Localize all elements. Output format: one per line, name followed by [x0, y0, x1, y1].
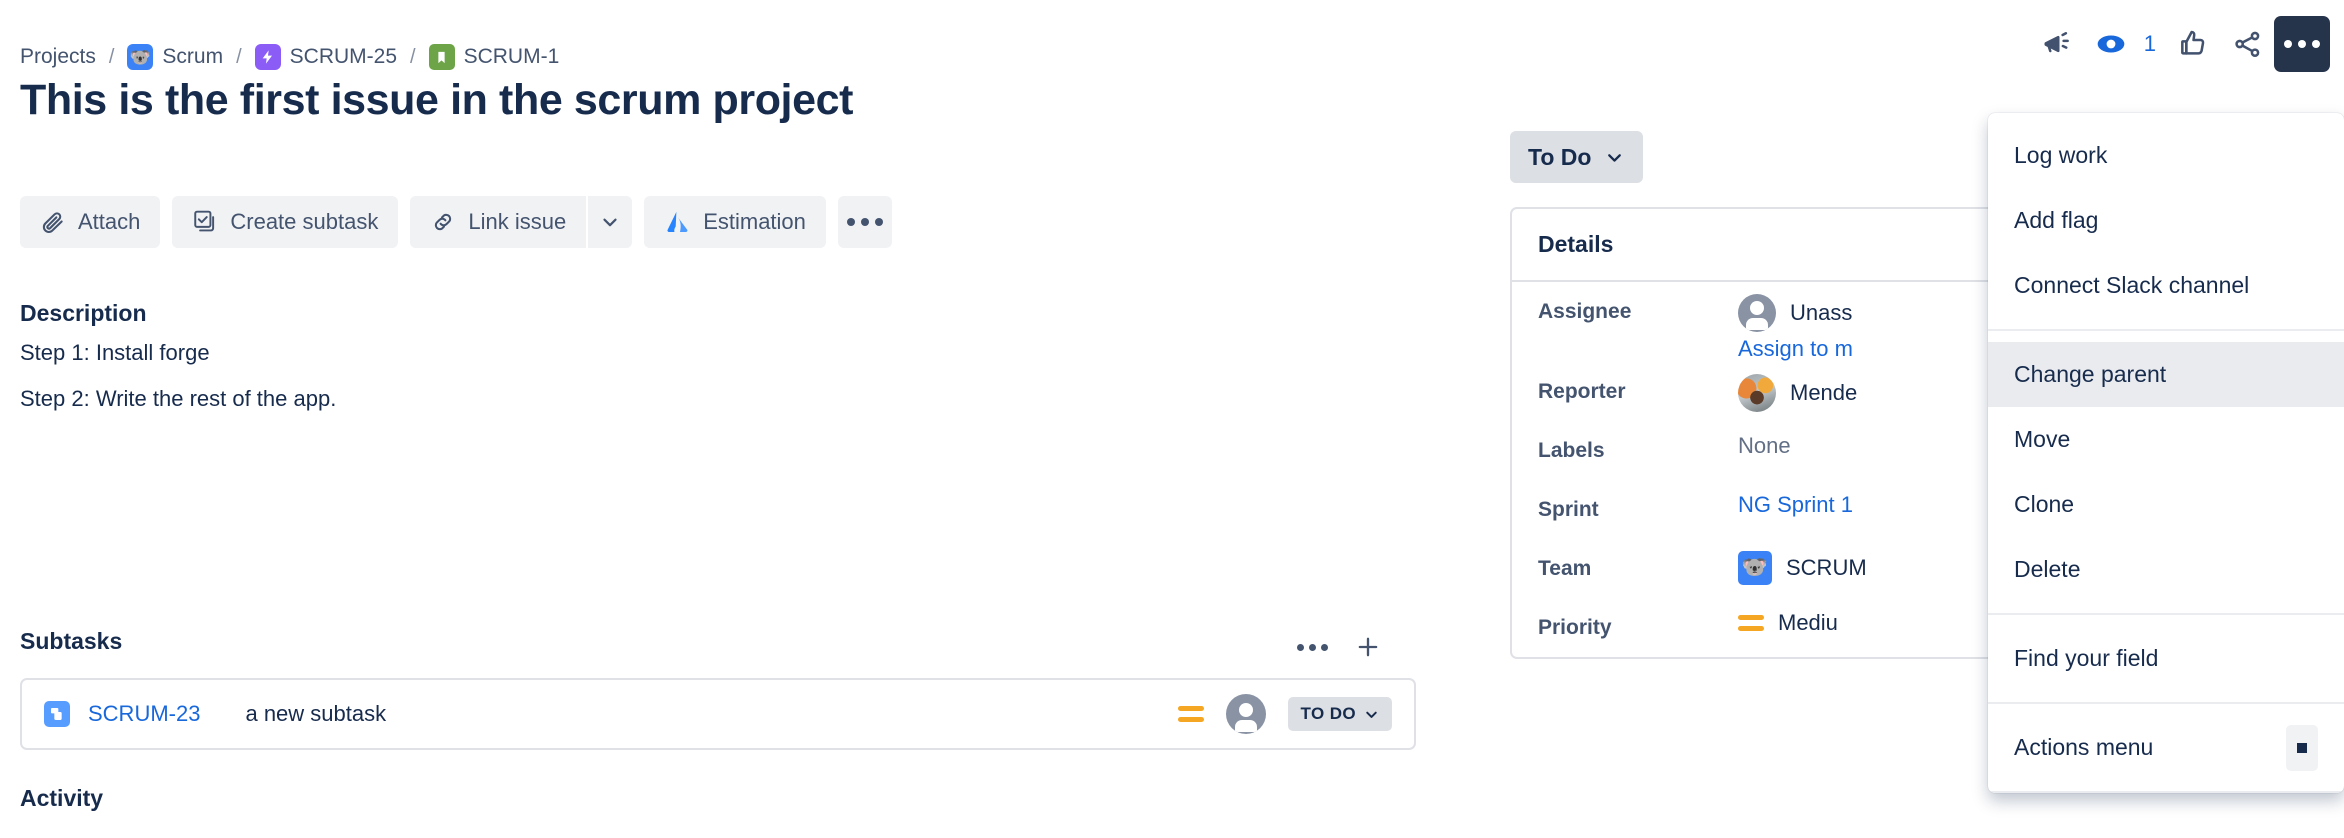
breadcrumb-link-epic[interactable]: SCRUM-25 — [290, 45, 397, 69]
subtask-summary: a new subtask — [245, 701, 387, 726]
menu-item-label: Change parent — [2014, 361, 2167, 387]
menu-item-move[interactable]: Move — [1988, 407, 2344, 472]
estimation-button[interactable]: Estimation — [644, 196, 826, 248]
breadcrumb-link-scrum[interactable]: Scrum — [162, 45, 223, 69]
assignee-name: Unass — [1790, 300, 1853, 325]
priority-medium-icon — [1738, 615, 1764, 631]
watch-count: 1 — [2143, 31, 2156, 56]
description-line-2: Step 2: Write the rest of the app. — [20, 386, 337, 411]
field-label-team: Team — [1538, 557, 1592, 580]
eye-icon-button[interactable] — [2084, 17, 2138, 71]
epic-icon — [254, 44, 281, 70]
breadcrumb-link-projects[interactable]: Projects — [20, 45, 96, 69]
thumbs-up-icon-button[interactable] — [2166, 17, 2220, 71]
link-issue-button[interactable]: Link issue — [410, 196, 587, 248]
menu-divider — [1988, 613, 2344, 615]
more-actions-icon — [1296, 643, 1328, 651]
subtask-key-link[interactable]: SCRUM-23 — [88, 701, 200, 727]
menu-item-find-your-field[interactable]: Find your field — [1988, 626, 2344, 691]
menu-divider — [1988, 702, 2344, 704]
share-icon-button[interactable] — [2220, 17, 2274, 71]
menu-item-actions-menu[interactable]: Actions menu — [1988, 715, 2344, 780]
menu-divider — [1988, 791, 2344, 793]
header-actions: 1 — [2030, 16, 2330, 72]
watchers-group[interactable]: 1 — [2084, 17, 2166, 71]
keyboard-shortcut-badge — [2286, 724, 2318, 771]
megaphone-icon-button[interactable] — [2030, 17, 2084, 71]
breadcrumb-link-story[interactable]: SCRUM-1 — [464, 45, 560, 69]
subtask-type-icon — [44, 701, 70, 727]
breadcrumb-separator: / — [108, 45, 115, 68]
estimation-label: Estimation — [703, 209, 806, 234]
create-subtask-label: Create subtask — [230, 209, 379, 234]
attach-button[interactable]: Attach — [20, 196, 161, 248]
issue-toolbar: Attach Create subtask Link issue Estimat… — [20, 196, 892, 248]
subtask-status-button[interactable]: TO DO — [1288, 697, 1392, 731]
breadcrumb-item-epic[interactable]: SCRUM-25 — [254, 44, 397, 70]
breadcrumb-separator: / — [236, 45, 242, 68]
menu-item-label: Clone — [2014, 491, 2075, 517]
subtasks-more-actions-button[interactable] — [1290, 625, 1334, 669]
menu-item-add-flag[interactable]: Add flag — [1988, 188, 2344, 253]
subtask-row-meta: TO DO — [1178, 694, 1392, 734]
menu-item-change-parent[interactable]: Change parent — [1988, 342, 2344, 407]
menu-item-connect-slack-channel[interactable]: Connect Slack channel — [1988, 253, 2344, 318]
menu-item-label: Add flag — [2014, 207, 2099, 233]
subtasks-heading: Subtasks — [20, 628, 123, 654]
menu-item-log-work[interactable]: Log work — [1988, 123, 2344, 188]
more-actions-icon — [2284, 40, 2320, 48]
menu-divider — [1988, 329, 2344, 331]
link-issue-label: Link issue — [468, 209, 567, 234]
team-name: SCRUM — [1786, 555, 1867, 580]
field-label-labels: Labels — [1538, 439, 1605, 462]
breadcrumb-item-story[interactable]: SCRUM-1 — [428, 44, 560, 70]
menu-item-label: Connect Slack channel — [2014, 272, 2250, 298]
menu-item-delete[interactable]: Delete — [1988, 537, 2344, 602]
reporter-name: Mende — [1790, 380, 1858, 405]
status-label: To Do — [1528, 143, 1592, 170]
koala-team-icon: 🐨 — [1738, 551, 1772, 585]
menu-item-label: Log work — [2014, 142, 2108, 168]
field-label-sprint: Sprint — [1538, 498, 1599, 521]
menu-item-label: Find your field — [2014, 645, 2159, 671]
add-subtask-button[interactable] — [1346, 625, 1390, 669]
menu-item-label: Actions menu — [2014, 734, 2154, 760]
status-dropdown-button[interactable]: To Do — [1510, 131, 1644, 183]
priority-value: Mediu — [1778, 610, 1838, 635]
reporter-avatar — [1738, 374, 1776, 412]
field-label-priority: Priority — [1538, 616, 1612, 639]
menu-item-label: Move — [2014, 426, 2071, 452]
field-label-reporter: Reporter — [1538, 380, 1626, 403]
subtasks-header-actions — [1290, 625, 1390, 669]
actions-dropdown-menu: Log work Add flag Connect Slack channel … — [1988, 113, 2344, 793]
description-heading: Description — [20, 300, 147, 326]
page-title: This is the first issue in the scrum pro… — [20, 76, 854, 124]
create-subtask-button[interactable]: Create subtask — [172, 196, 399, 248]
description-line-1: Step 1: Install forge — [20, 340, 210, 365]
subtask-status-label: TO DO — [1300, 704, 1356, 723]
attach-label: Attach — [78, 209, 141, 234]
priority-medium-icon — [1178, 706, 1205, 722]
story-icon — [428, 44, 455, 70]
menu-item-clone[interactable]: Clone — [1988, 472, 2344, 537]
menu-item-label: Delete — [2014, 556, 2081, 582]
breadcrumb-separator: / — [410, 45, 416, 68]
activity-heading: Activity — [20, 785, 104, 811]
koala-project-icon: 🐨 — [127, 44, 154, 70]
assignee-avatar — [1738, 294, 1776, 332]
breadcrumb-item-scrum[interactable]: 🐨 Scrum — [127, 44, 223, 70]
field-label-assignee: Assignee — [1538, 300, 1632, 323]
more-actions-icon-button[interactable] — [2274, 16, 2330, 72]
link-issue-dropdown-button[interactable] — [586, 196, 633, 248]
toolbar-more-actions-button[interactable] — [837, 196, 892, 248]
subtask-row[interactable]: SCRUM-23 a new subtask TO DO — [20, 678, 1416, 750]
breadcrumb-item-projects[interactable]: Projects — [20, 45, 96, 69]
link-issue-split-button: Link issue — [410, 196, 633, 248]
breadcrumb: Projects / 🐨 Scrum / SCRUM-25 / SCRUM-1 — [20, 44, 559, 70]
subtask-assignee-avatar[interactable] — [1226, 694, 1267, 734]
